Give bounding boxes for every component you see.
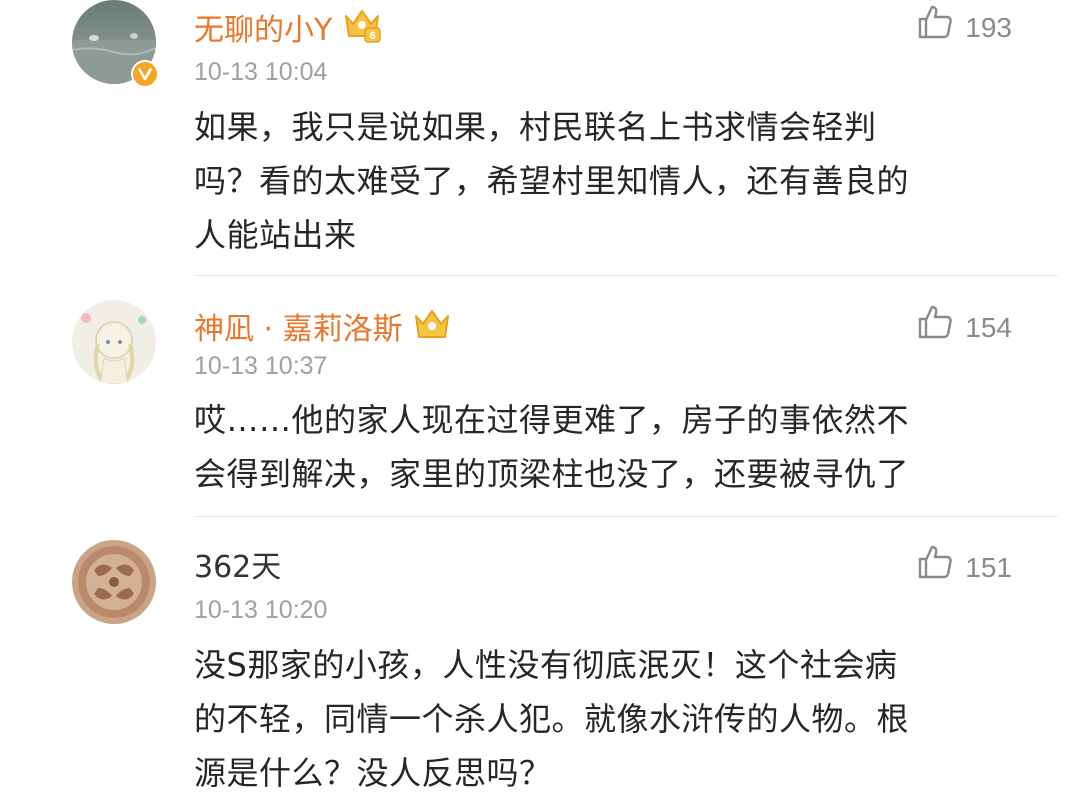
like-count: 151 xyxy=(965,551,1012,583)
comment-text-line: 没S那家的小孩，人性没有彻底泯灭！这个社会病 xyxy=(194,646,898,684)
comment-text: 没S那家的小孩，人性没有彻底泯灭！这个社会病 的不轻，同情一个杀人犯。就像水浒传… xyxy=(194,638,1014,800)
avatar[interactable] xyxy=(72,540,156,624)
comment-item: 362天 10-13 10:20 151 没S那家的小孩，人性没有彻底泯灭！这个… xyxy=(0,0,1072,807)
thumbs-up-icon xyxy=(917,544,953,591)
comment-text-line: 源是什么？没人反思吗？ xyxy=(194,754,552,792)
comment-username[interactable]: 362天 xyxy=(194,548,281,588)
comment-text-line: 的不轻，同情一个杀人犯。就像水浒传的人物。根 xyxy=(194,700,910,738)
comment-timestamp: 10-13 10:20 xyxy=(194,596,328,624)
like-button[interactable]: 151 xyxy=(917,544,1012,591)
